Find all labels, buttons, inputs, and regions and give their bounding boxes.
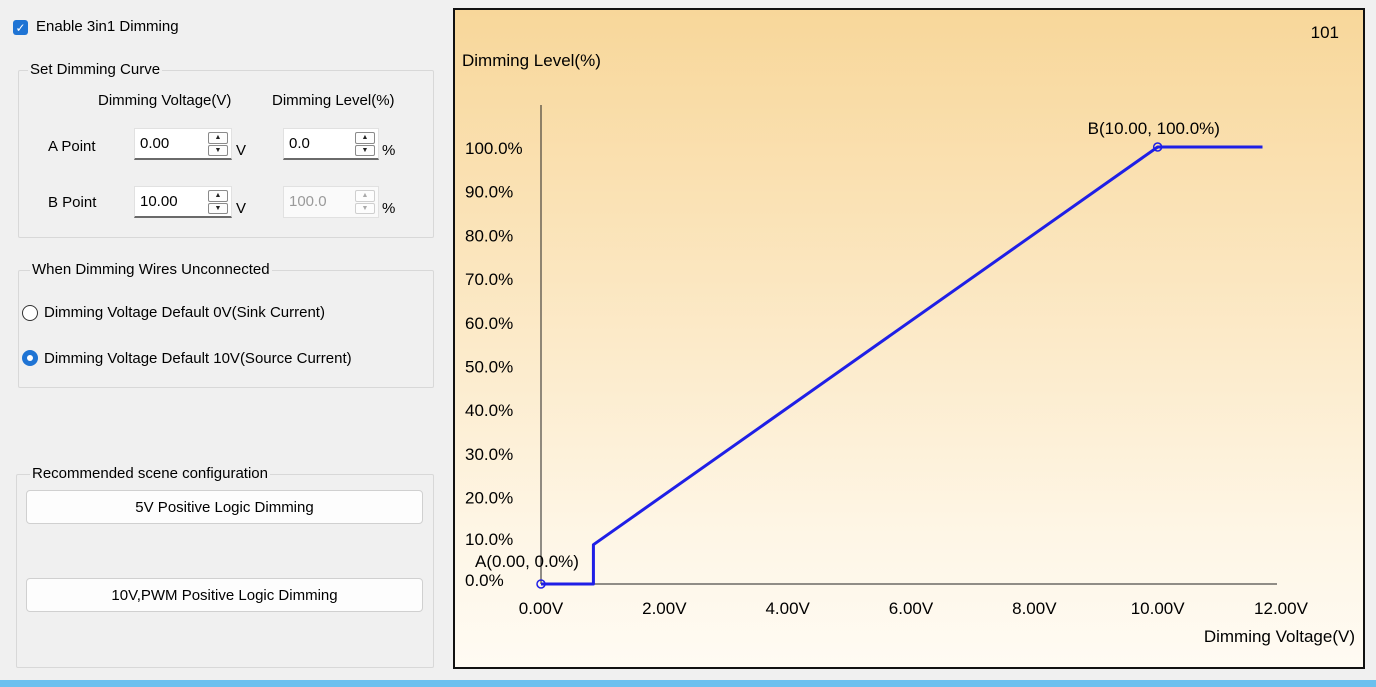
5v-positive-logic-button[interactable]: 5V Positive Logic Dimming	[26, 490, 423, 524]
y-tick-label: 90.0%	[465, 183, 513, 202]
dimming-curve-line	[541, 145, 1263, 586]
x-tick-label: 12.00V	[1254, 599, 1309, 618]
x-tick-label: 2.00V	[642, 599, 687, 618]
point-b-label: B(10.00, 100.0%)	[1088, 119, 1220, 138]
10v-pwm-positive-logic-button[interactable]: 10V,PWM Positive Logic Dimming	[26, 578, 423, 612]
y-tick-label: 0.0%	[465, 571, 504, 590]
a-level-down-arrow-icon[interactable]: ▼	[355, 144, 375, 156]
default-10v-label[interactable]: Dimming Voltage Default 10V(Source Curre…	[44, 350, 352, 367]
y-tick-label: 100.0%	[465, 139, 523, 158]
chart-corner-label: 101	[1311, 23, 1339, 42]
b-level-unit: %	[382, 200, 396, 217]
a-voltage-down-arrow-icon[interactable]: ▼	[208, 144, 228, 156]
x-tick-label: 6.00V	[889, 599, 934, 618]
dimming-curve-chart: 101 Dimming Level(%) Dimming Voltage(V) …	[453, 8, 1365, 669]
y-tick-label: 30.0%	[465, 445, 513, 464]
a-level-spinbox[interactable]: 0.0 ▲ ▼	[283, 128, 379, 160]
b-voltage-down-arrow-icon[interactable]: ▼	[208, 202, 228, 214]
b-voltage-spinbox[interactable]: 10.00 ▲ ▼	[134, 186, 232, 218]
b-voltage-up-arrow-icon[interactable]: ▲	[208, 190, 228, 202]
a-level-unit: %	[382, 142, 396, 159]
enable-dimming-label: Enable 3in1 Dimming	[36, 18, 179, 35]
x-tick-label: 4.00V	[765, 599, 810, 618]
voltage-column-header: Dimming Voltage(V)	[98, 92, 232, 109]
a-point-label: A Point	[48, 138, 96, 155]
y-tick-label: 60.0%	[465, 314, 513, 333]
default-0v-radio[interactable]	[22, 305, 38, 321]
a-level-value: 0.0	[289, 135, 310, 152]
x-tick-label: 0.00V	[519, 599, 564, 618]
y-tick-label: 80.0%	[465, 226, 513, 245]
enable-dimming-checkbox[interactable]: ✓	[13, 20, 28, 35]
a-voltage-spinbox[interactable]: 0.00 ▲ ▼	[134, 128, 232, 160]
x-tick-label: 10.00V	[1131, 599, 1186, 618]
y-tick-label: 40.0%	[465, 401, 513, 420]
y-tick-label: 70.0%	[465, 270, 513, 289]
b-level-value: 100.0	[289, 193, 327, 210]
b-level-spinbox: 100.0 ▲ ▼	[283, 186, 379, 218]
chart-y-axis-label: Dimming Level(%)	[462, 51, 601, 70]
a-voltage-value: 0.00	[140, 135, 170, 152]
bottom-status-bar	[0, 680, 1376, 687]
b-point-label: B Point	[48, 194, 97, 211]
x-tick-label: 8.00V	[1012, 599, 1057, 618]
dimming-curve-title: Set Dimming Curve	[28, 61, 163, 78]
recommended-scene-title: Recommended scene configuration	[30, 465, 270, 482]
a-voltage-unit: V	[236, 142, 247, 159]
a-level-up-arrow-icon[interactable]: ▲	[355, 132, 375, 144]
a-voltage-up-arrow-icon[interactable]: ▲	[208, 132, 228, 144]
y-tick-label: 50.0%	[465, 358, 513, 377]
b-voltage-value: 10.00	[140, 193, 178, 210]
chart-canvas: 101 Dimming Level(%) Dimming Voltage(V) …	[462, 23, 1355, 646]
unconnected-wires-group	[18, 270, 434, 388]
b-level-up-arrow-icon: ▲	[355, 190, 375, 202]
b-level-down-arrow-icon: ▼	[355, 202, 375, 214]
default-10v-radio[interactable]	[22, 350, 38, 366]
unconnected-wires-title: When Dimming Wires Unconnected	[30, 261, 272, 278]
y-tick-label: 20.0%	[465, 489, 513, 508]
y-tick-label: 10.0%	[465, 530, 513, 549]
default-0v-label[interactable]: Dimming Voltage Default 0V(Sink Current)	[44, 304, 325, 321]
point-a-label: A(0.00, 0.0%)	[475, 552, 579, 571]
b-voltage-unit: V	[236, 200, 247, 217]
level-column-header: Dimming Level(%)	[272, 92, 395, 109]
chart-x-axis-label: Dimming Voltage(V)	[1204, 627, 1355, 646]
